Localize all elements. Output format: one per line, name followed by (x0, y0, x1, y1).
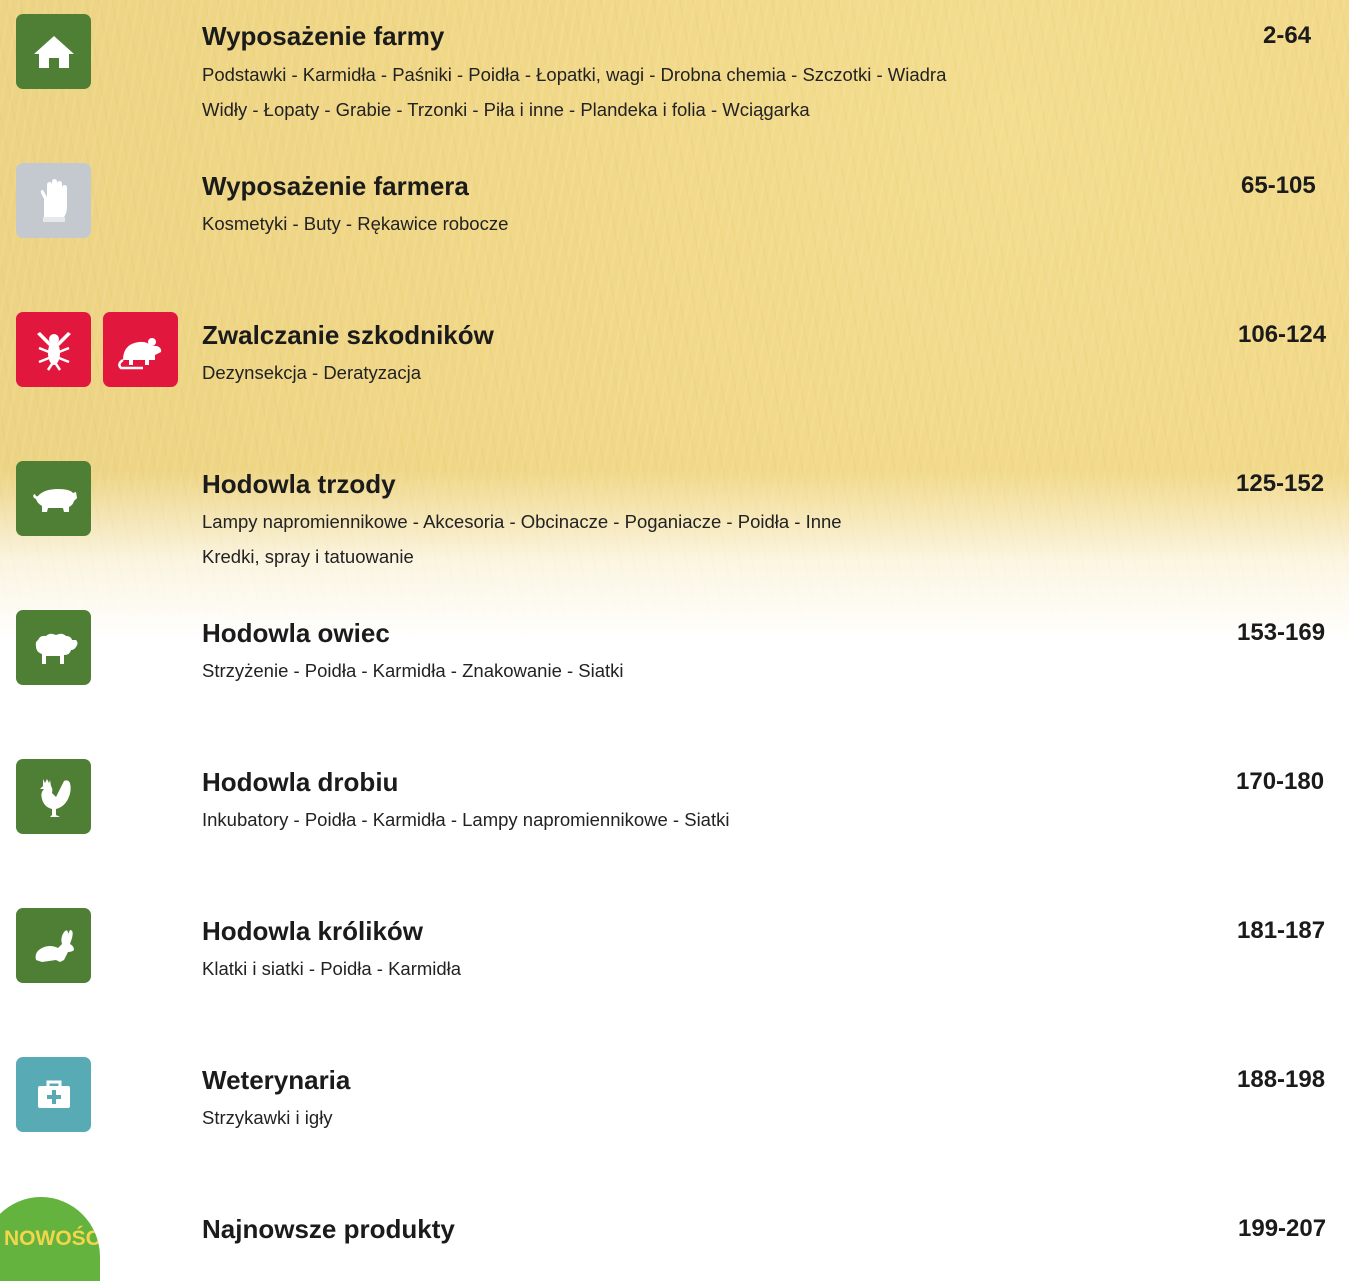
glove-icon (16, 163, 91, 238)
page-range: 199-207 (1238, 1215, 1327, 1242)
section-subtitle-line-1: Strzykawki i igły (202, 1107, 333, 1128)
page-range: 153-169 (1237, 619, 1326, 646)
section-title: Hodowla owiec (202, 618, 390, 648)
section-subtitle-line-1: Dezynsekcja - Deratyzacja (202, 362, 421, 383)
pig-icon (16, 461, 91, 536)
section-subtitle-line-2: Kredki, spray i tatuowanie (202, 546, 414, 567)
page-range: 65-105 (1241, 172, 1316, 199)
rabbit-icon (16, 908, 91, 983)
section-subtitle-line-1: Lampy napromiennikowe - Akcesoria - Obci… (202, 511, 842, 532)
house-icon (16, 14, 91, 89)
section-title: Hodowla drobiu (202, 767, 399, 797)
rat-icon (103, 312, 178, 387)
section-title: Hodowla trzody (202, 469, 396, 499)
section-subtitle-line-1: Inkubatory - Poidła - Karmidła - Lampy n… (202, 809, 730, 830)
page-range: 2-64 (1263, 22, 1312, 49)
section-subtitle-line-1: Kosmetyki - Buty - Rękawice robocze (202, 213, 509, 234)
page-range: 125-152 (1236, 470, 1325, 497)
page-range: 106-124 (1238, 321, 1327, 348)
section-subtitle-line-2: Widły - Łopaty - Grabie - Trzonki - Piła… (202, 99, 810, 120)
fly-icon (16, 312, 91, 387)
toc-entry-new-products[interactable]: NOWOŚĆ Najnowsze produkty 199-207 (0, 1197, 1349, 1281)
medical-kit-icon (16, 1057, 91, 1132)
section-title: Wyposażenie farmy (202, 21, 445, 51)
section-subtitle-line-1: Klatki i siatki - Poidła - Karmidła (202, 958, 462, 979)
page-range: 188-198 (1237, 1066, 1326, 1093)
page-range: 170-180 (1236, 768, 1325, 795)
badge-text: NOWOŚĆ (4, 1227, 100, 1250)
section-subtitle-line-1: Podstawki - Karmidła - Paśniki - Poidła … (202, 64, 947, 85)
page-range: 181-187 (1237, 917, 1326, 944)
new-badge-icon: NOWOŚĆ (0, 1197, 100, 1281)
section-title: Najnowsze produkty (202, 1214, 455, 1244)
section-title: Zwalczanie szkodników (202, 320, 494, 350)
section-title: Weterynaria (202, 1065, 351, 1095)
sheep-icon (16, 610, 91, 685)
rooster-icon (16, 759, 91, 834)
section-title: Hodowla królików (202, 916, 424, 946)
section-title: Wyposażenie farmera (202, 171, 469, 201)
section-subtitle-line-1: Strzyżenie - Poidła - Karmidła - Znakowa… (202, 660, 624, 681)
